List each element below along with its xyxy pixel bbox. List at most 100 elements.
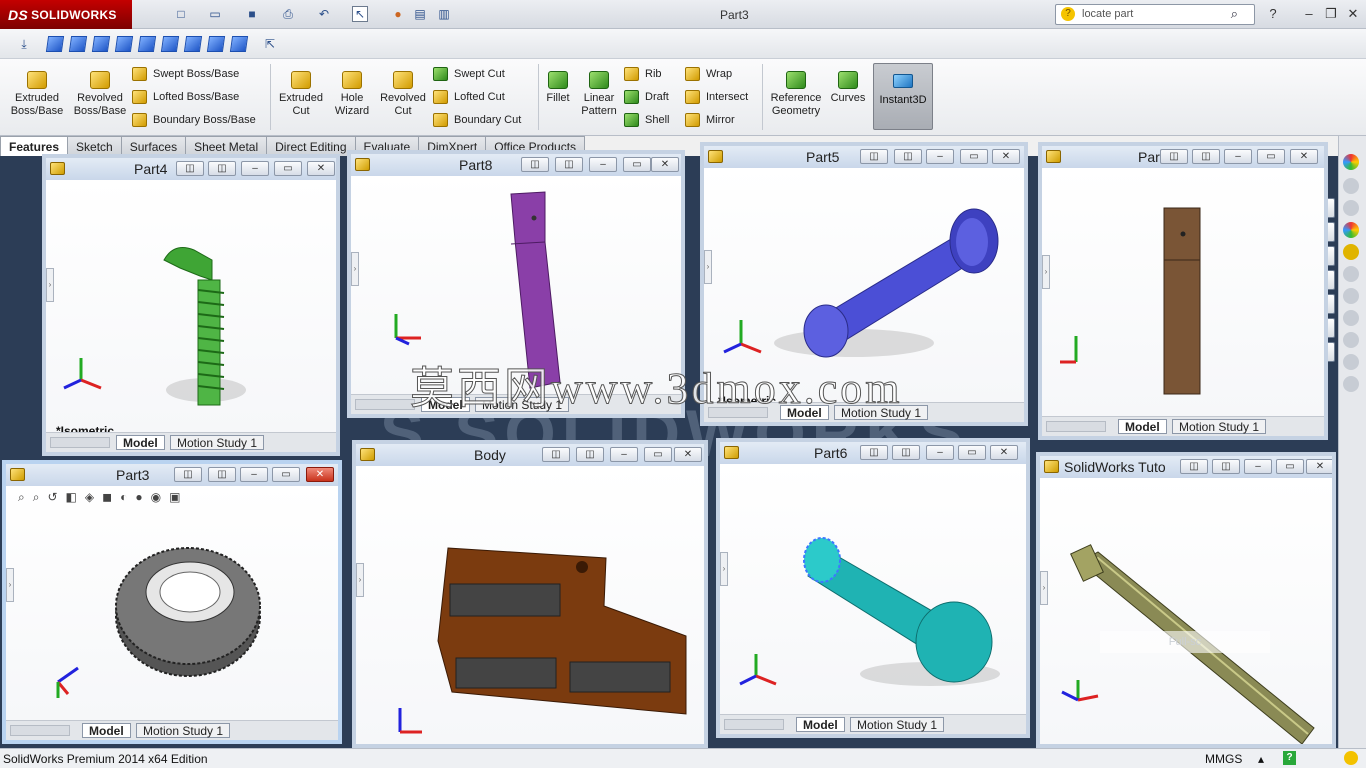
solidworks-logo[interactable]: DS SOLIDWORKS: [0, 0, 132, 29]
curves-button[interactable]: Curves: [827, 67, 869, 127]
minimize-button[interactable]: –: [589, 157, 617, 172]
layer-icon[interactable]: [1343, 354, 1359, 370]
units-selector[interactable]: MMGS: [1205, 752, 1242, 766]
hole-wizard-button[interactable]: Hole Wizard: [326, 67, 378, 127]
tab-motion-study[interactable]: Motion Study 1: [1172, 419, 1267, 434]
options-icon[interactable]: ▥: [436, 6, 452, 22]
scene-icon[interactable]: [1343, 222, 1359, 238]
tile-horizontal-icon[interactable]: ◫: [860, 149, 888, 164]
tab-motion-study[interactable]: Motion Study 1: [850, 717, 945, 732]
minimize-button[interactable]: –: [240, 467, 268, 482]
lofted-boss-button[interactable]: Lofted Boss/Base: [132, 87, 239, 107]
window-titlebar[interactable]: SolidWorks Tuto ◫ ◫ – ▭ ✕: [1040, 456, 1332, 478]
draft-button[interactable]: Draft: [624, 87, 669, 107]
help-icon[interactable]: ?: [1283, 751, 1296, 765]
window-body[interactable]: Body ◫ ◫ – ▭ ✕ ›: [352, 440, 708, 748]
extruded-boss-button[interactable]: Extruded Boss/Base: [5, 67, 69, 127]
close-app-button[interactable]: ✕: [1342, 5, 1364, 23]
maximize-button[interactable]: ▭: [1257, 149, 1285, 164]
maximize-button[interactable]: ▭: [960, 149, 988, 164]
front-view-icon[interactable]: [68, 36, 88, 52]
window-part4[interactable]: Part4 ◫ ◫ – ▭ ✕ › *Isometric Model Motio…: [42, 154, 340, 456]
trimetric-view-icon[interactable]: [229, 36, 249, 52]
tab-direct-editing[interactable]: Direct Editing: [266, 136, 356, 156]
rebuild-icon[interactable]: ●: [390, 6, 406, 22]
tile-horizontal-icon[interactable]: ◫: [521, 157, 549, 172]
window-titlebar[interactable]: Body ◫ ◫ – ▭ ✕: [356, 444, 704, 466]
wrap-button[interactable]: Wrap: [685, 64, 732, 84]
tab-surfaces[interactable]: Surfaces: [120, 136, 187, 156]
instant3d-button[interactable]: Instant3D: [873, 63, 933, 130]
boundary-boss-button[interactable]: Boundary Boss/Base: [132, 110, 256, 130]
reference-geometry-button[interactable]: Reference Geometry: [765, 67, 827, 127]
swept-boss-button[interactable]: Swept Boss/Base: [132, 64, 239, 84]
maximize-button[interactable]: ▭: [958, 445, 986, 460]
maximize-button[interactable]: ▭: [623, 157, 651, 172]
graphics-viewport[interactable]: ›: [1040, 478, 1332, 744]
window-titlebar[interactable]: Part6 ◫ ◫ – ▭ ✕: [720, 442, 1026, 464]
left-view-icon[interactable]: [114, 36, 134, 52]
open-folder-icon[interactable]: ▭: [207, 6, 223, 22]
minimize-button[interactable]: –: [610, 447, 638, 462]
window-titlebar[interactable]: Part7 ◫ ◫ – ▭ ✕: [1042, 146, 1324, 168]
tile-horizontal-icon[interactable]: ◫: [1180, 459, 1208, 474]
search-input[interactable]: ? locate part ⌕: [1055, 4, 1255, 25]
fillet-button[interactable]: Fillet: [540, 67, 576, 127]
search-icon[interactable]: ⌕: [1231, 6, 1238, 22]
tile-vertical-icon[interactable]: ◫: [1192, 149, 1220, 164]
close-button[interactable]: ✕: [990, 445, 1018, 460]
undo-icon[interactable]: ↶: [316, 6, 332, 22]
appearance-icon[interactable]: [1343, 154, 1359, 170]
bottom-view-icon[interactable]: [183, 36, 203, 52]
minimize-app-button[interactable]: –: [1298, 5, 1320, 23]
tab-motion-study[interactable]: Motion Study 1: [136, 723, 231, 738]
section-view-icon[interactable]: [1343, 200, 1359, 216]
tile-horizontal-icon[interactable]: ◫: [1160, 149, 1188, 164]
mirror-button[interactable]: Mirror: [685, 110, 735, 130]
revolved-boss-button[interactable]: Revolved Boss/Base: [68, 67, 132, 127]
tile-vertical-icon[interactable]: ◫: [208, 161, 236, 176]
minimize-button[interactable]: –: [241, 161, 269, 176]
isometric-view-icon[interactable]: [206, 36, 226, 52]
lofted-cut-button[interactable]: Lofted Cut: [433, 87, 505, 107]
new-document-icon[interactable]: □: [173, 6, 189, 22]
help-menu-icon[interactable]: ?: [1262, 5, 1284, 23]
save-icon[interactable]: ■: [244, 6, 260, 22]
close-button[interactable]: ✕: [1290, 149, 1318, 164]
print-icon[interactable]: ⎙: [280, 6, 296, 22]
right-view-icon[interactable]: [137, 36, 157, 52]
tab-motion-study[interactable]: Motion Study 1: [170, 435, 265, 450]
rib-button[interactable]: Rib: [624, 64, 662, 84]
tab-model[interactable]: Model: [116, 435, 165, 450]
tile-vertical-icon[interactable]: ◫: [894, 149, 922, 164]
rotate-icon[interactable]: [1343, 266, 1359, 282]
view-settings-icon[interactable]: [1343, 178, 1359, 194]
tile-vertical-icon[interactable]: ◫: [555, 157, 583, 172]
tile-vertical-icon[interactable]: ◫: [1212, 459, 1240, 474]
window-titlebar[interactable]: Part3 ◫ ◫ – ▭ ✕: [6, 464, 338, 486]
boundary-cut-button[interactable]: Boundary Cut: [433, 110, 521, 130]
tile-vertical-icon[interactable]: ◫: [208, 467, 236, 482]
linear-pattern-button[interactable]: Linear Pattern: [576, 67, 622, 127]
graphics-viewport[interactable]: › *Isometric: [46, 180, 336, 438]
tab-scroll-arrows[interactable]: [1046, 421, 1106, 432]
minimize-button[interactable]: –: [1224, 149, 1252, 164]
extruded-cut-button[interactable]: Extruded Cut: [272, 67, 330, 127]
close-button[interactable]: ✕: [992, 149, 1020, 164]
minimize-button[interactable]: –: [926, 445, 954, 460]
top-view-icon[interactable]: [160, 36, 180, 52]
tab-scroll-arrows[interactable]: [10, 725, 70, 736]
tile-horizontal-icon[interactable]: ◫: [174, 467, 202, 482]
shell-button[interactable]: Shell: [624, 110, 669, 130]
tile-horizontal-icon[interactable]: ◫: [542, 447, 570, 462]
close-button[interactable]: ✕: [651, 157, 679, 172]
close-button[interactable]: ✕: [674, 447, 702, 462]
minimize-button[interactable]: –: [926, 149, 954, 164]
graphics-viewport[interactable]: ›: [356, 466, 704, 744]
tab-model[interactable]: Model: [796, 717, 845, 732]
tab-sketch[interactable]: Sketch: [67, 136, 122, 156]
graphics-viewport[interactable]: ⌕ ⌕ ↺ ◧ ◈ ◼ ◐ ● ◉ ▣ ›: [6, 486, 338, 720]
tab-model[interactable]: Model: [82, 723, 131, 738]
restore-app-button[interactable]: ❐: [1320, 5, 1342, 23]
tile-horizontal-icon[interactable]: ◫: [860, 445, 888, 460]
